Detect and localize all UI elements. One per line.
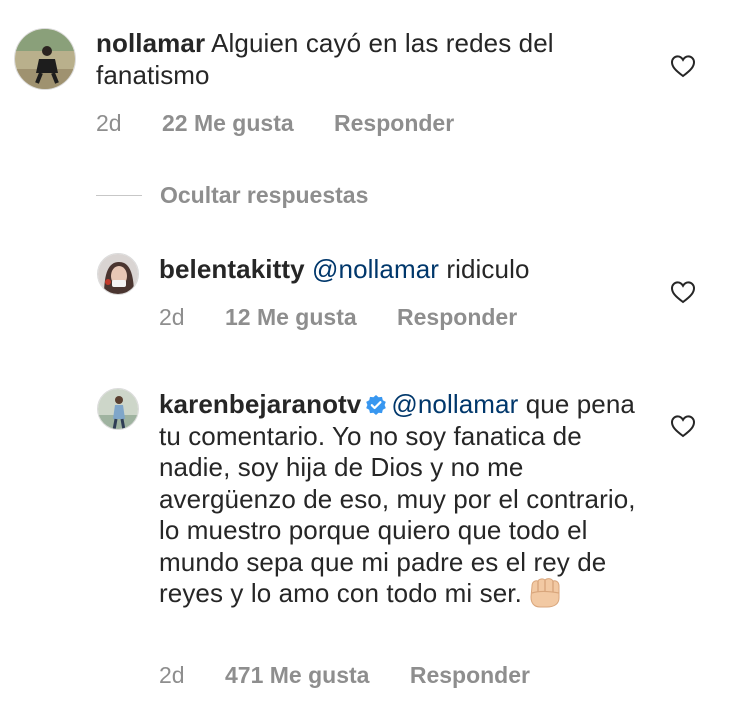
reply-username[interactable]: karenbejaranotv xyxy=(159,389,361,419)
avatar-nollamar[interactable] xyxy=(14,28,76,90)
reply-meta: 2d 12 Me gusta Responder xyxy=(159,304,517,331)
hide-replies-button[interactable]: Ocultar respuestas xyxy=(96,180,368,210)
reply-mention-link[interactable]: @nollamar xyxy=(312,254,439,284)
reply-body: que pena tu comentario. Yo no soy fanati… xyxy=(159,389,636,608)
reply-reply-button[interactable]: Responder xyxy=(397,304,517,331)
reply-mention-link[interactable]: @nollamar xyxy=(391,389,518,419)
hide-replies-label: Ocultar respuestas xyxy=(160,181,369,208)
comment-text: nollamar Alguien cayó en las redes del f… xyxy=(96,28,656,91)
replies-divider xyxy=(96,194,142,196)
comment-reply-button[interactable]: Responder xyxy=(334,110,454,137)
comment-meta: 2d 22 Me gusta Responder xyxy=(96,110,454,137)
avatar-belentakitty[interactable] xyxy=(97,253,139,295)
like-heart-icon[interactable] xyxy=(670,54,696,78)
verified-badge-icon xyxy=(366,395,387,415)
reply-text: karenbejaranotv @nollamar que pena tu com… xyxy=(159,389,639,610)
reply-reply-button[interactable]: Responder xyxy=(410,662,530,689)
comment-age: 2d xyxy=(96,110,122,136)
reply-age: 2d xyxy=(159,304,185,330)
avatar-image xyxy=(15,29,75,89)
reply-meta: 2d 471 Me gusta Responder xyxy=(159,662,530,689)
reply-text: belentakitty @nollamar ridiculo xyxy=(159,254,659,286)
comment-username[interactable]: nollamar xyxy=(96,28,205,58)
reply-username[interactable]: belentakitty xyxy=(159,254,305,284)
reply-body: ridiculo xyxy=(446,254,530,284)
comment-likes[interactable]: 22 Me gusta xyxy=(162,110,294,137)
avatar-karenbejaranotv[interactable] xyxy=(97,388,139,430)
like-heart-icon[interactable] xyxy=(670,280,696,304)
avatar-image xyxy=(98,254,138,294)
reply-likes[interactable]: 471 Me gusta xyxy=(225,662,369,689)
reply-likes[interactable]: 12 Me gusta xyxy=(225,304,357,331)
reply-age: 2d xyxy=(159,662,185,688)
like-heart-icon[interactable] xyxy=(670,414,696,438)
avatar-image xyxy=(98,389,138,429)
fist-icon xyxy=(530,578,560,608)
